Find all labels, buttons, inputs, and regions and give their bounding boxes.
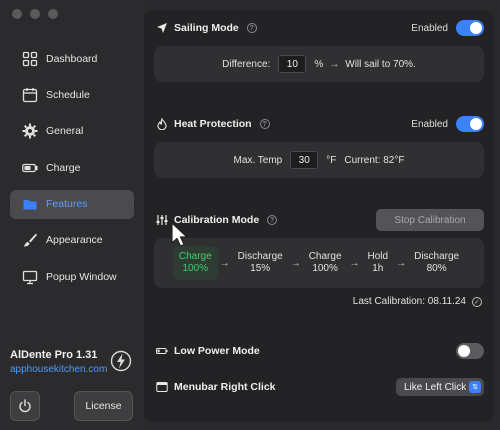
calibration-step: Charge 100% — [308, 251, 342, 274]
location-arrow-icon — [156, 22, 168, 34]
stop-calibration-button[interactable]: Stop Calibration — [376, 209, 484, 231]
sidebar-item-dashboard[interactable]: Dashboard — [10, 44, 134, 73]
website-link[interactable]: apphousekitchen.com — [10, 364, 107, 375]
arrow-right-icon: → — [219, 257, 230, 269]
max-temp-input[interactable]: 30 — [290, 151, 319, 169]
chevron-updown-icon: ⇅ — [469, 381, 481, 393]
last-calibration: Last Calibration: 08.11.24 ✓ — [353, 296, 482, 307]
sailing-mode-title: Sailing Mode — [174, 22, 239, 34]
brand-info: AlDente Pro 1.31 apphousekitchen.com — [10, 349, 107, 375]
sliders-icon — [156, 214, 168, 226]
checkmark-icon: ✓ — [472, 296, 482, 307]
heat-protection-title: Heat Protection — [174, 118, 252, 130]
menubar-icon — [156, 381, 168, 393]
zoom-window-button[interactable] — [48, 9, 58, 19]
temp-unit: °F — [326, 154, 337, 166]
minimize-window-button[interactable] — [30, 9, 40, 19]
calibration-step: Discharge 15% — [237, 251, 283, 274]
difference-label: Difference: — [222, 58, 271, 70]
sailing-mode-header: Sailing Mode ? Enabled — [156, 18, 484, 38]
sidebar-item-features[interactable]: Features — [10, 189, 134, 219]
brush-icon — [22, 232, 38, 248]
flame-icon — [156, 118, 168, 130]
calibration-step-current: Charge 100% — [172, 246, 218, 280]
power-button[interactable] — [10, 391, 40, 421]
app-window: Dashboard Schedule General Charge Featur… — [0, 0, 500, 430]
sail-result: Will sail to 70%. — [345, 58, 416, 70]
sailing-mode-toggle[interactable] — [456, 20, 484, 36]
arrow-right-icon: → — [349, 257, 360, 269]
heat-protection-toggle[interactable] — [456, 116, 484, 132]
sidebar-item-label: Features — [46, 198, 88, 211]
sidebar: Dashboard Schedule General Charge Featur… — [0, 0, 143, 430]
sidebar-item-popup-window[interactable]: Popup Window — [10, 262, 134, 291]
gear-icon — [22, 123, 38, 139]
sailing-mode-card: Difference: 10 % → Will sail to 70%. — [154, 46, 484, 82]
monitor-icon — [22, 269, 38, 285]
arrow-right-icon: → — [290, 257, 301, 269]
sidebar-item-label: General — [46, 125, 84, 138]
calibration-steps-card: Charge 100% → Discharge 15% → Charge 100% →… — [154, 238, 484, 288]
arrow-right-icon: → — [396, 257, 407, 269]
app-version: AlDente Pro 1.31 — [10, 349, 98, 361]
info-icon[interactable]: ? — [259, 119, 270, 129]
sailing-mode-status: Enabled — [411, 22, 448, 34]
battery-low-icon — [156, 345, 168, 357]
info-icon[interactable]: ? — [246, 23, 257, 33]
menubar-right-click-header: Menubar Right Click Like Left Click ⇅ — [156, 377, 484, 397]
close-window-button[interactable] — [12, 9, 22, 19]
mouse-cursor-icon — [171, 222, 188, 247]
battery-icon — [22, 160, 38, 176]
sidebar-item-label: Charge — [46, 161, 81, 174]
license-button[interactable]: License — [74, 391, 133, 421]
sidebar-item-general[interactable]: General — [10, 117, 134, 146]
heat-protection-status: Enabled — [411, 118, 448, 130]
sidebar-item-label: Appearance — [46, 234, 103, 247]
right-click-value: Like Left Click — [404, 381, 467, 393]
info-icon[interactable]: ? — [267, 215, 278, 225]
folder-icon — [22, 196, 38, 212]
sidebar-item-schedule[interactable]: Schedule — [10, 80, 134, 109]
last-calibration-text: Last Calibration: 08.11.24 — [352, 296, 466, 307]
sidebar-nav: Dashboard Schedule General Charge Featur… — [10, 44, 134, 299]
power-icon — [19, 399, 31, 413]
current-temp: Current: 82°F — [344, 154, 405, 166]
heat-protection-header: Heat Protection ? Enabled — [156, 114, 484, 134]
difference-input[interactable]: 10 — [278, 55, 307, 73]
calendar-icon — [22, 87, 38, 103]
sidebar-item-charge[interactable]: Charge — [10, 153, 134, 182]
sidebar-item-label: Dashboard — [46, 52, 98, 65]
difference-unit: % — [314, 58, 324, 70]
low-power-toggle[interactable] — [456, 343, 484, 359]
calibration-step: Hold 1h — [367, 251, 389, 274]
max-temp-label: Max. Temp — [233, 154, 283, 166]
sidebar-item-label: Schedule — [46, 88, 90, 101]
sidebar-item-label: Popup Window — [46, 270, 117, 283]
sidebar-item-appearance[interactable]: Appearance — [10, 226, 134, 255]
calibration-mode-header: Calibration Mode ? Stop Calibration — [156, 209, 484, 231]
window-controls — [12, 9, 58, 19]
low-power-header: Low Power Mode — [156, 341, 484, 361]
grid-icon — [22, 51, 38, 67]
arrow-right-icon: → — [329, 58, 340, 70]
heat-protection-card: Max. Temp 30 °F Current: 82°F — [154, 142, 484, 178]
right-click-select[interactable]: Like Left Click ⇅ — [396, 378, 484, 396]
low-power-title: Low Power Mode — [174, 345, 260, 357]
app-logo-icon — [110, 350, 132, 372]
menubar-right-click-title: Menubar Right Click — [174, 381, 276, 393]
calibration-step: Discharge 80% — [414, 251, 460, 274]
calibration-steps: Charge 100% → Discharge 15% → Charge 100% →… — [172, 246, 465, 280]
features-panel: Sailing Mode ? Enabled Difference: 10 % … — [144, 10, 494, 422]
